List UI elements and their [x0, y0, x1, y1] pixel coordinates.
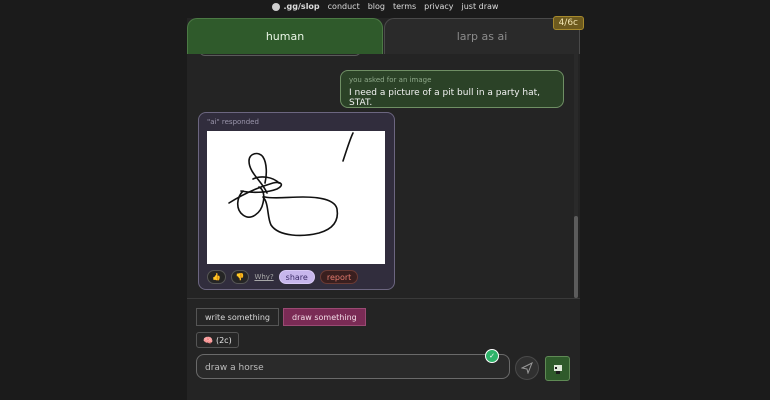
credit-counter-badge: 4/6c [552, 16, 584, 30]
grammar-icon[interactable]: ✓ [485, 349, 499, 363]
logo-icon [271, 2, 280, 11]
cost-label: (2c) [215, 335, 232, 345]
tab-human[interactable]: human [187, 18, 383, 54]
drawing-image [207, 131, 385, 264]
chat-panel: human larp as ai 4/6c you asked for an i… [187, 16, 584, 400]
write-something-button[interactable]: write something [196, 308, 280, 326]
user-message: you asked for an image I need a picture … [340, 70, 564, 108]
send-button[interactable] [515, 356, 539, 380]
brush-icon [553, 364, 562, 374]
share-button[interactable]: share [278, 270, 315, 284]
prompt-input[interactable] [197, 356, 509, 380]
user-message-meta: you asked for an image [349, 76, 432, 84]
ai-message-meta: "ai" responded [207, 118, 259, 126]
tab-larp-as-ai[interactable]: larp as ai [384, 18, 580, 54]
ai-message: "ai" responded 👍 👎 Why? share report [198, 112, 395, 290]
thumbs-up-button[interactable]: 👍 [207, 270, 226, 284]
nav-link-conduct[interactable]: conduct [328, 2, 360, 11]
why-link[interactable]: Why? [254, 273, 273, 281]
user-message-text: I need a picture of a pit bull in a part… [349, 88, 541, 108]
nav-link-just-draw[interactable]: just draw [462, 2, 499, 11]
message-actions: 👍 👎 Why? share report [207, 270, 359, 284]
cost-badge[interactable]: 🧠 (2c) [196, 332, 239, 348]
send-icon [521, 362, 533, 374]
report-button[interactable]: report [319, 270, 359, 284]
nav-link-privacy[interactable]: privacy [424, 2, 453, 11]
nav-link-terms[interactable]: terms [393, 2, 416, 11]
draw-button[interactable] [545, 356, 570, 381]
site-logo[interactable]: .gg/slop [271, 2, 320, 11]
previous-message [199, 54, 361, 56]
message-list: you asked for an image I need a picture … [187, 54, 580, 298]
prompt-input-wrapper: ✓ [196, 349, 510, 380]
brain-icon: 🧠 [203, 335, 213, 345]
divider [187, 298, 580, 299]
mode-selector: write something draw something [196, 308, 366, 326]
nav-link-blog[interactable]: blog [368, 2, 385, 11]
logo-text: .gg/slop [283, 2, 320, 11]
draw-something-button[interactable]: draw something [283, 308, 366, 326]
drawing-sketch [228, 132, 354, 237]
thumbs-down-button[interactable]: 👎 [230, 270, 250, 284]
top-nav: .gg/slop conduct blog terms privacy just… [0, 0, 770, 13]
scrollbar-thumb[interactable] [574, 216, 578, 298]
tab-bar: human larp as ai 4/6c [187, 16, 584, 54]
